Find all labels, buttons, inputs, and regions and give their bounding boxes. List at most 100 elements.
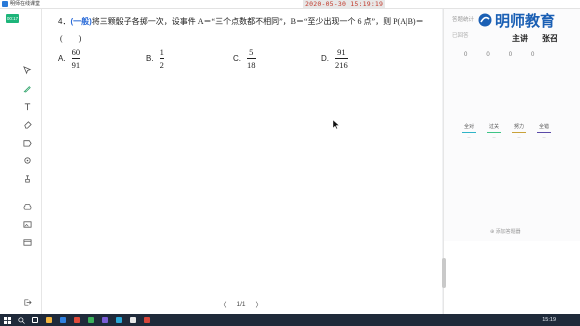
category-all-correct[interactable]: 全对 -- — [462, 123, 476, 141]
taskbar: 15:19 — [0, 314, 580, 326]
task-view-button[interactable] — [30, 315, 40, 325]
numerator: 60 — [71, 47, 81, 57]
lecturer-label: 主讲 — [512, 34, 528, 43]
result-categories: 全对 -- 过关 -- 努力 -- 全错 -- — [462, 123, 551, 141]
answer-counts: 0 0 0 0 — [464, 52, 534, 58]
question-text: 将三颗骰子各掷一次，设事件 A＝“三个点数都不相同”，B＝“至少出现一个 6 点… — [91, 17, 424, 26]
shape-tool-button[interactable] — [22, 137, 32, 147]
taskbar-app-7[interactable] — [128, 315, 138, 325]
category-pass[interactable]: 过关 -- — [487, 123, 501, 141]
app-icon — [144, 317, 150, 323]
start-button[interactable] — [2, 315, 12, 325]
pen-icon — [23, 85, 31, 93]
option-b: B. 1 2 — [146, 47, 164, 70]
question-stem: 4．(一般)将三颗骰子各掷一次，设事件 A＝“三个点数都不相同”，B＝“至少出现… — [58, 16, 424, 27]
count-value: 0 — [531, 52, 535, 58]
taskbar-app-6[interactable] — [114, 315, 124, 325]
question-number: 4． — [58, 17, 71, 26]
option-a: A. 60 91 — [58, 47, 81, 70]
stamp-icon — [24, 174, 30, 183]
count-value: 0 — [486, 52, 490, 58]
numerator: 91 — [337, 47, 346, 57]
category-value: -- — [492, 135, 496, 141]
category-label: 全对 — [463, 124, 474, 130]
lecturer-name: 张召 — [542, 34, 558, 43]
prev-page-button[interactable]: 〈 — [220, 299, 227, 309]
taskbar-app-3[interactable] — [72, 315, 82, 325]
count-value: 0 — [464, 52, 468, 58]
fraction: 5 18 — [247, 47, 256, 70]
laser-pointer-icon — [23, 156, 31, 164]
numerator: 5 — [249, 47, 254, 57]
add-answerer-label: 添加答题器 — [495, 229, 521, 235]
left-toolbar: 00:17 — [0, 9, 42, 314]
app-icon — [130, 317, 136, 323]
live-badge: 00:17 — [6, 14, 19, 23]
cloud-tool-button[interactable] — [22, 201, 32, 211]
option-label: C. — [233, 53, 241, 63]
exit-tool-button[interactable] — [22, 297, 32, 307]
taskbar-app-1[interactable] — [44, 315, 54, 325]
add-answerer-button[interactable]: ⊕ 添加答题器 — [490, 228, 521, 235]
denominator: 18 — [247, 59, 256, 70]
pen-tool-button[interactable] — [22, 83, 32, 93]
box-tool-button[interactable] — [22, 237, 32, 247]
taskbar-app-5[interactable] — [100, 315, 110, 325]
cloud-icon — [23, 203, 31, 210]
option-label: D. — [321, 53, 329, 63]
taskbar-app-4[interactable] — [86, 315, 96, 325]
category-all-wrong[interactable]: 全错 -- — [537, 123, 551, 141]
exit-icon — [23, 298, 32, 306]
category-value: -- — [542, 135, 546, 141]
option-label: A. — [58, 53, 66, 63]
taskbar-clock[interactable]: 15:19 — [542, 316, 556, 324]
denominator: 216 — [335, 59, 348, 70]
box-icon — [22, 238, 32, 246]
answer-stats-panel: 答题统计 已回答 明师教育 主讲 张召 0 0 0 0 全对 -- 过关 -- — [443, 9, 580, 241]
category-underline — [512, 132, 526, 133]
category-underline — [462, 132, 476, 133]
scrollbar[interactable] — [442, 258, 446, 288]
category-underline — [537, 132, 551, 133]
category-label: 全错 — [538, 124, 549, 130]
option-d: D. 91 216 — [321, 47, 348, 70]
brand-name: 明师教育 — [495, 12, 556, 30]
category-effort[interactable]: 努力 -- — [512, 123, 526, 141]
app-window: 明师在线课堂 2020-05-30 15:19:19 00:17 4．(一般)将… — [0, 0, 580, 326]
fraction: 60 91 — [71, 47, 81, 70]
folder-icon — [46, 317, 52, 323]
question-card: 4．(一般)将三颗骰子各掷一次，设事件 A＝“三个点数都不相同”，B＝“至少出现… — [46, 11, 430, 81]
fraction: 1 2 — [159, 47, 164, 70]
whiteboard-stage[interactable]: 4．(一般)将三颗骰子各掷一次，设事件 A＝“三个点数都不相同”，B＝“至少出现… — [42, 9, 442, 314]
brand-logo: 明师教育 — [478, 10, 555, 30]
search-icon — [17, 316, 25, 324]
app-icon — [60, 317, 66, 323]
fraction: 91 216 — [335, 47, 348, 70]
app-icon — [74, 317, 80, 323]
next-page-button[interactable]: 〉 — [256, 299, 263, 309]
image-icon — [22, 220, 32, 228]
mouse-cursor-icon — [333, 120, 340, 129]
denominator: 91 — [71, 59, 81, 70]
search-button[interactable] — [16, 315, 26, 325]
stats-tab[interactable]: 答题统计 — [452, 15, 474, 23]
image-tool-button[interactable] — [22, 219, 32, 229]
taskbar-app-8[interactable] — [142, 315, 152, 325]
timestamp-overlay: 2020-05-30 15:19:19 — [303, 0, 386, 8]
category-label: 努力 — [513, 124, 524, 130]
page-navigator: 〈 1/1 〉 — [220, 299, 263, 310]
select-tool-button[interactable] — [22, 65, 32, 75]
stamp-tool-button[interactable] — [22, 173, 32, 183]
shape-icon — [22, 139, 32, 147]
windows-logo-icon — [3, 316, 11, 324]
taskbar-app-2[interactable] — [58, 315, 68, 325]
count-value: 0 — [508, 52, 513, 58]
brand-mark-icon — [478, 13, 492, 27]
app-icon — [102, 317, 108, 323]
eraser-tool-button[interactable] — [22, 119, 32, 129]
laser-tool-button[interactable] — [22, 155, 32, 165]
difficulty-label: (一般) — [70, 17, 92, 26]
chat-area — [443, 241, 580, 314]
answered-label: 已回答 — [452, 33, 469, 39]
text-tool-button[interactable] — [22, 101, 32, 111]
